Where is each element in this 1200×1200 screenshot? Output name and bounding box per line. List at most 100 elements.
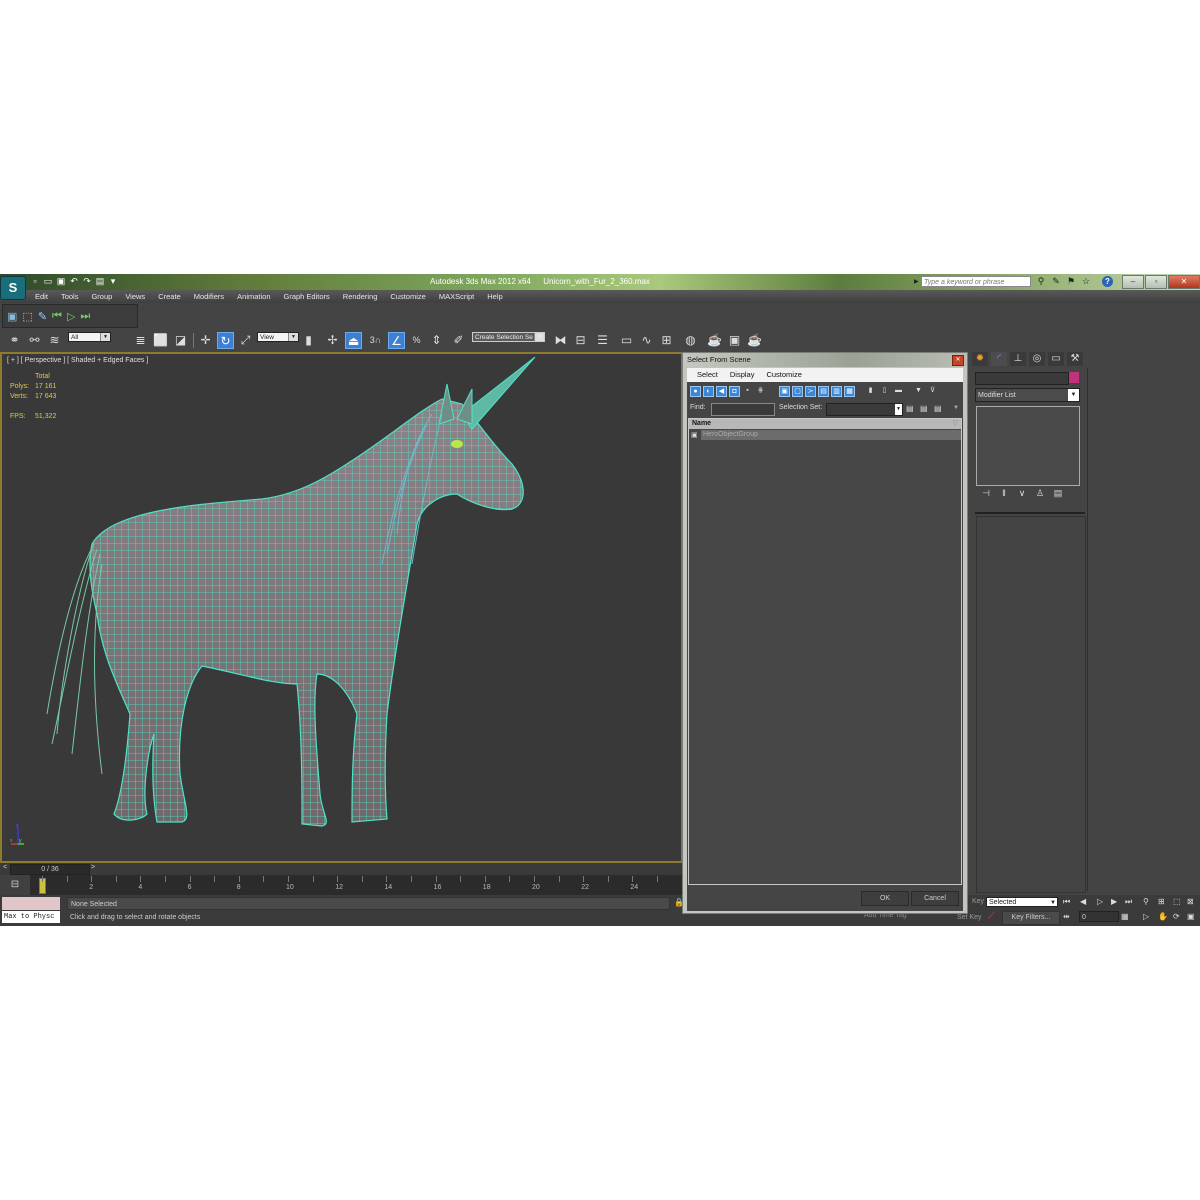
open-mini-curve-editor-icon[interactable]: ⊟ [0,875,30,895]
percent-snap-icon[interactable]: % [408,332,425,349]
maximize-button[interactable]: ▫ [1145,275,1167,289]
mirror-icon[interactable]: ⧓ [552,332,569,349]
selection-filter-dropdown[interactable]: All ▼ [68,332,111,342]
scene-object-list[interactable]: Name ▽ ▣ HeroObjectGroup [688,418,962,885]
rendered-frame-window-icon[interactable]: ▣ [726,332,743,349]
find-input[interactable] [711,403,775,416]
time-configuration-icon[interactable]: ▦ [1121,912,1129,921]
dialog-close-button[interactable]: ✕ [952,355,964,366]
go-to-start-icon[interactable]: ⏮ [1063,897,1070,907]
zoom-extents-all-icon[interactable]: ⊠ [1187,897,1194,906]
help-icon[interactable]: ? [1102,276,1113,287]
menu-modifiers[interactable]: Modifiers [194,290,224,303]
render-setup-icon[interactable]: ☕ [706,332,723,349]
window-crossing-icon[interactable]: ◪ [172,332,189,349]
menu-animation[interactable]: Animation [237,290,270,303]
select-invert-icon[interactable]: ▬ [893,386,904,397]
key-mode-toggle-icon[interactable]: ⇹ [1063,912,1070,921]
menu-group[interactable]: Group [91,290,112,303]
next-frame-icon[interactable]: ▶ [1111,897,1117,906]
create-selection-set-icon[interactable]: ▤ [906,404,914,413]
pivot-center-icon[interactable]: ▮ [300,332,317,349]
filter-options-icon[interactable]: ⊽ [927,386,938,397]
align-icon[interactable]: ⊟ [572,332,589,349]
play-icon[interactable]: ▷ [1097,897,1103,906]
bind-space-warp-icon[interactable]: ≋ [46,332,63,349]
snaps-toggle-icon[interactable]: 3∩ [367,332,384,349]
key-mode-dropdown[interactable]: Selected ▼ [986,897,1058,907]
anim-layer-icon[interactable]: ▷ [67,310,75,323]
column-filter-icon[interactable]: ▽ [953,419,958,429]
schematic-view-icon[interactable]: ⊞ [658,332,675,349]
toolbar-overflow-icon[interactable]: ▼ [953,405,959,411]
maximize-viewport-icon[interactable]: ▣ [1187,912,1195,921]
unlink-icon[interactable]: ⚯ [26,332,43,349]
auto-key-button[interactable]: Key [972,898,984,905]
object-color-swatch[interactable] [1069,372,1079,383]
display-cameras-icon[interactable]: ◘ [729,386,740,397]
set-key-button[interactable]: Set Key [957,914,982,921]
display-bones-icon[interactable]: ≻ [805,386,816,397]
perspective-viewport[interactable]: [ + ] [ Perspective ] [ Shaded + Edged F… [0,352,683,863]
select-and-move-icon[interactable]: ✛ [197,332,214,349]
display-containers-icon[interactable]: ▤ [818,386,829,397]
wrench-icon[interactable]: ✎ [1051,276,1061,287]
project-folder-icon[interactable]: ▤ [95,276,105,286]
display-lights-icon[interactable]: ◀ [716,386,727,397]
select-all-icon[interactable]: ▮ [865,386,876,397]
menu-create[interactable]: Create [158,290,181,303]
zoom-all-icon[interactable]: ⊞ [1158,897,1165,906]
close-button[interactable]: ✕ [1168,275,1200,289]
angle-snap-icon[interactable]: ∠ [388,332,405,349]
tab-modify[interactable]: ◜ [991,352,1007,366]
display-xrefs-icon[interactable]: ▢ [792,386,803,397]
orbit-icon[interactable]: ⟳ [1173,912,1180,921]
named-selection-sets-dropdown[interactable]: Create Selection Se ▼ [472,332,545,342]
filter-icon[interactable]: ▼ [913,386,924,397]
menu-maxscript[interactable]: MAXScript [439,290,474,303]
current-frame-input[interactable]: 0 [1079,911,1119,922]
selection-set-dropdown[interactable]: ▼ [826,403,903,416]
customize-qat-icon[interactable]: ▾ [108,276,118,286]
trackbar[interactable]: ⊟ 0 2 4 6 8 10 12 14 16 18 20 22 24 [0,875,683,895]
ok-button[interactable]: OK [861,891,909,906]
time-slider-thumb[interactable]: 0 / 36 [10,864,90,875]
tab-create[interactable]: ✹ [972,352,988,366]
spinner-snap-icon[interactable]: ⇕ [428,332,445,349]
minimize-button[interactable]: – [1122,275,1144,289]
select-none-icon[interactable]: ▯ [879,386,890,397]
open-file-icon[interactable]: ▭ [43,276,53,286]
display-frozen-icon[interactable]: ▥ [831,386,842,397]
pin-stack-icon[interactable]: ⊣ [980,488,992,499]
anim-layer-next-icon[interactable]: ⏭ [80,310,90,323]
scene-explorer-icon[interactable]: ▭ [618,332,635,349]
display-hidden-icon[interactable]: ▦ [844,386,855,397]
maxscript-mini-listener[interactable] [2,897,60,910]
display-groups-icon[interactable]: ▣ [779,386,790,397]
search-expand-icon[interactable]: ▶ [914,278,919,285]
satellite-icon[interactable]: ⚑ [1066,276,1076,287]
time-slider-next-button[interactable]: > [91,864,95,871]
menu-edit[interactable]: Edit [35,290,48,303]
show-end-result-icon[interactable]: ‖ [998,488,1010,499]
menu-graph-editors[interactable]: Graph Editors [284,290,330,303]
time-slider-prev-button[interactable]: < [3,864,7,871]
reference-coordinate-dropdown[interactable]: View ▼ [257,332,299,342]
tab-display[interactable]: ▭ [1048,352,1064,366]
keyboard-shortcut-override-icon[interactable]: ⏏ [345,332,362,349]
make-unique-icon[interactable]: ∨ [1016,488,1028,499]
workspace-icon[interactable]: ▣ [7,310,17,323]
object-name-input[interactable] [975,372,1069,385]
undo-icon[interactable]: ↶ [69,276,79,286]
app-logo-button[interactable]: S [0,276,26,300]
select-manipulate-icon[interactable]: ✢ [324,332,341,349]
brush-icon[interactable]: ✎ [38,310,47,323]
dialog-title-bar[interactable]: Select From Scene [683,353,967,367]
select-by-name-icon[interactable]: ≣ [132,332,149,349]
edit-named-selections-icon[interactable]: ✐ [450,332,467,349]
display-helpers-icon[interactable]: ▪ [742,386,753,397]
remove-modifier-icon[interactable]: ♙ [1034,488,1046,499]
new-file-icon[interactable]: ▫ [30,276,40,286]
favorites-star-icon[interactable]: ☆ [1081,276,1091,287]
modifier-list-dropdown[interactable]: Modifier List ▼ [975,388,1080,402]
